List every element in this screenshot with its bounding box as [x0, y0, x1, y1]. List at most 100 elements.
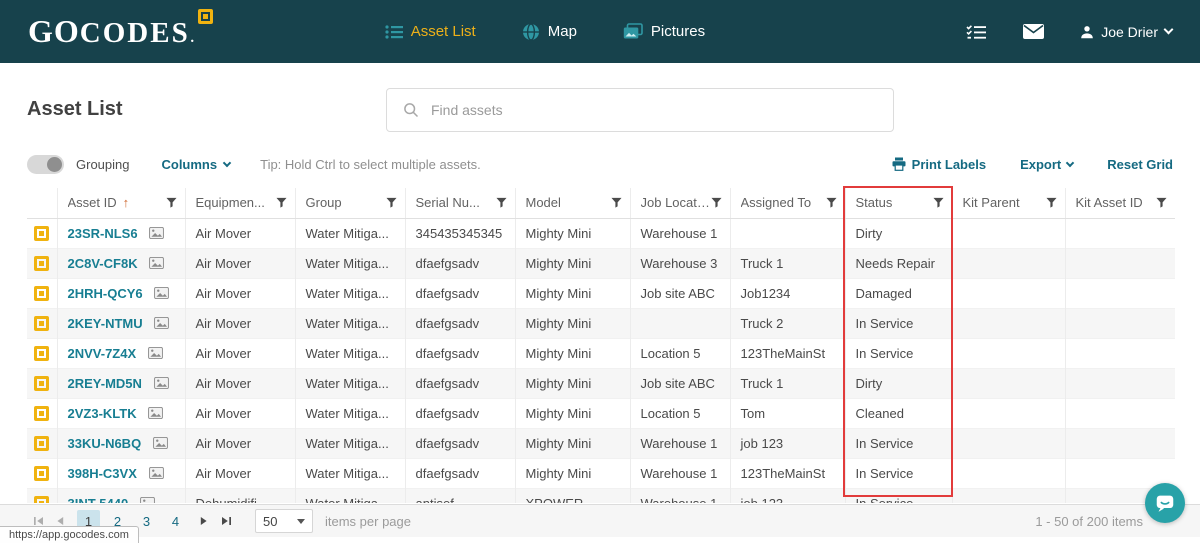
cell-serial-number: dfaefgsadv: [405, 398, 515, 428]
print-labels-button[interactable]: Print Labels: [892, 157, 986, 172]
column-header-kit_parent[interactable]: Kit Parent: [952, 188, 1065, 218]
cell-serial-number: 345435345345: [405, 218, 515, 248]
chat-widget-button[interactable]: [1145, 483, 1185, 523]
qr-code-icon[interactable]: [34, 346, 49, 361]
cell-group: Water Mitiga...: [295, 428, 405, 458]
qr-code-icon[interactable]: [34, 226, 49, 241]
cell-asset-id: 33KU-N6BQ: [57, 428, 185, 458]
asset-id-link[interactable]: 398H-C3VX: [68, 466, 137, 481]
export-button[interactable]: Export: [1020, 157, 1073, 172]
cell-kit-parent: [952, 458, 1065, 488]
column-header-equipment[interactable]: Equipmen...: [185, 188, 295, 218]
cell-asset-id: 2VZ3-KLTK: [57, 398, 185, 428]
qr-code-icon[interactable]: [34, 256, 49, 271]
asset-id-link[interactable]: 2REY-MD5N: [68, 376, 142, 391]
columns-button[interactable]: Columns: [161, 157, 230, 172]
cell-job-location: Warehouse 1: [630, 488, 730, 503]
cell-status: In Service: [845, 308, 952, 338]
cell-group: Water Mitiga...: [295, 338, 405, 368]
user-name: Joe Drier: [1101, 24, 1158, 40]
cell-job-location: Location 5: [630, 398, 730, 428]
cell-equipment: Air Mover: [185, 278, 295, 308]
qr-code-icon[interactable]: [34, 436, 49, 451]
pager-range-label: 1 - 50 of 200 items: [1035, 514, 1143, 529]
nav-tab-pictures[interactable]: Pictures: [623, 23, 705, 40]
filter-funnel-icon[interactable]: [611, 197, 622, 208]
toolbar-right: Print Labels Export Reset Grid: [892, 157, 1173, 172]
page-size-select[interactable]: 50: [255, 509, 313, 533]
asset-id-link[interactable]: 2HRH-QCY6: [68, 286, 143, 301]
column-header-serial[interactable]: Serial Nu...: [405, 188, 515, 218]
nav-tab-map[interactable]: Map: [522, 23, 577, 41]
qr-code-icon[interactable]: [34, 496, 49, 503]
filter-funnel-icon[interactable]: [276, 197, 287, 208]
table-row[interactable]: 398H-C3VX Air Mover Water Mitiga... dfae…: [27, 458, 1175, 488]
cell-group: Water Mitiga...: [295, 488, 405, 503]
nav-label-map: Map: [548, 23, 577, 40]
search-input[interactable]: [431, 102, 877, 118]
asset-id-link[interactable]: 2NVV-7Z4X: [68, 346, 137, 361]
next-page-button[interactable]: [193, 510, 215, 532]
pager-page-4[interactable]: 4: [164, 510, 187, 533]
qr-code-icon[interactable]: [34, 376, 49, 391]
qr-code-icon[interactable]: [34, 316, 49, 331]
table-row[interactable]: 2NVV-7Z4X Air Mover Water Mitiga... dfae…: [27, 338, 1175, 368]
qr-code-icon[interactable]: [34, 286, 49, 301]
cell-group: Water Mitiga...: [295, 278, 405, 308]
cell-group: Water Mitiga...: [295, 368, 405, 398]
filter-funnel-icon[interactable]: [711, 197, 722, 208]
filter-funnel-icon[interactable]: [386, 197, 397, 208]
filter-funnel-icon[interactable]: [166, 197, 177, 208]
column-header-asset_id[interactable]: Asset ID ↑: [57, 188, 185, 218]
cell-serial-number: dfaefgsadv: [405, 458, 515, 488]
table-row[interactable]: 23SR-NLS6 Air Mover Water Mitiga... 3454…: [27, 218, 1175, 248]
column-header-kit_asset_id[interactable]: Kit Asset ID: [1065, 188, 1175, 218]
cell-equipment: Air Mover: [185, 308, 295, 338]
cell-kit-asset-id: [1065, 248, 1175, 278]
qr-code-icon[interactable]: [34, 406, 49, 421]
asset-id-link[interactable]: 23SR-NLS6: [68, 226, 138, 241]
filter-funnel-icon[interactable]: [826, 197, 837, 208]
table-row[interactable]: 2KEY-NTMU Air Mover Water Mitiga... dfae…: [27, 308, 1175, 338]
column-header-model[interactable]: Model: [515, 188, 630, 218]
table-row[interactable]: 2VZ3-KLTK Air Mover Water Mitiga... dfae…: [27, 398, 1175, 428]
column-header-group[interactable]: Group: [295, 188, 405, 218]
column-header-status[interactable]: Status: [845, 188, 952, 218]
filter-funnel-icon[interactable]: [1046, 197, 1057, 208]
asset-id-link[interactable]: 3INT-5440: [68, 496, 129, 504]
cell-kit-asset-id: [1065, 278, 1175, 308]
asset-id-link[interactable]: 33KU-N6BQ: [68, 436, 142, 451]
cell-kit-parent: [952, 398, 1065, 428]
asset-id-link[interactable]: 2VZ3-KLTK: [68, 406, 137, 421]
cell-equipment: Air Mover: [185, 398, 295, 428]
pagination-bar: 1234 50 items per page 1 - 50 of 200 ite…: [0, 504, 1200, 537]
grouping-toggle[interactable]: [27, 155, 64, 174]
filter-funnel-icon[interactable]: [1156, 197, 1167, 208]
table-row[interactable]: 2HRH-QCY6 Air Mover Water Mitiga... dfae…: [27, 278, 1175, 308]
asset-id-link[interactable]: 2C8V-CF8K: [68, 256, 138, 271]
cell-kit-parent: [952, 338, 1065, 368]
nav-tab-asset-list[interactable]: Asset List: [385, 23, 476, 40]
table-row[interactable]: 3INT-5440 Dehumidifi... Water Mitiga... …: [27, 488, 1175, 503]
checklist-icon[interactable]: [966, 24, 987, 40]
filter-funnel-icon[interactable]: [496, 197, 507, 208]
cell-job-location: Warehouse 3: [630, 248, 730, 278]
cell-equipment: Air Mover: [185, 368, 295, 398]
mail-icon[interactable]: [1023, 24, 1044, 39]
cell-serial-number: dfaefgsadv: [405, 278, 515, 308]
cell-serial-number: dfaefgsadv: [405, 248, 515, 278]
qr-code-icon[interactable]: [34, 466, 49, 481]
cell-kit-parent: [952, 278, 1065, 308]
reset-grid-button[interactable]: Reset Grid: [1107, 157, 1173, 172]
table-row[interactable]: 2REY-MD5N Air Mover Water Mitiga... dfae…: [27, 368, 1175, 398]
column-header-job_location[interactable]: Job Locati...: [630, 188, 730, 218]
column-header-assigned_to[interactable]: Assigned To: [730, 188, 845, 218]
table-row[interactable]: 33KU-N6BQ Air Mover Water Mitiga... dfae…: [27, 428, 1175, 458]
last-page-button[interactable]: [215, 510, 237, 532]
gocodes-logo[interactable]: GOCODES.: [28, 13, 215, 50]
user-menu[interactable]: Joe Drier: [1080, 24, 1172, 40]
asset-id-link[interactable]: 2KEY-NTMU: [68, 316, 143, 331]
filter-funnel-icon[interactable]: [933, 197, 944, 208]
table-row[interactable]: 2C8V-CF8K Air Mover Water Mitiga... dfae…: [27, 248, 1175, 278]
cell-kit-parent: [952, 428, 1065, 458]
